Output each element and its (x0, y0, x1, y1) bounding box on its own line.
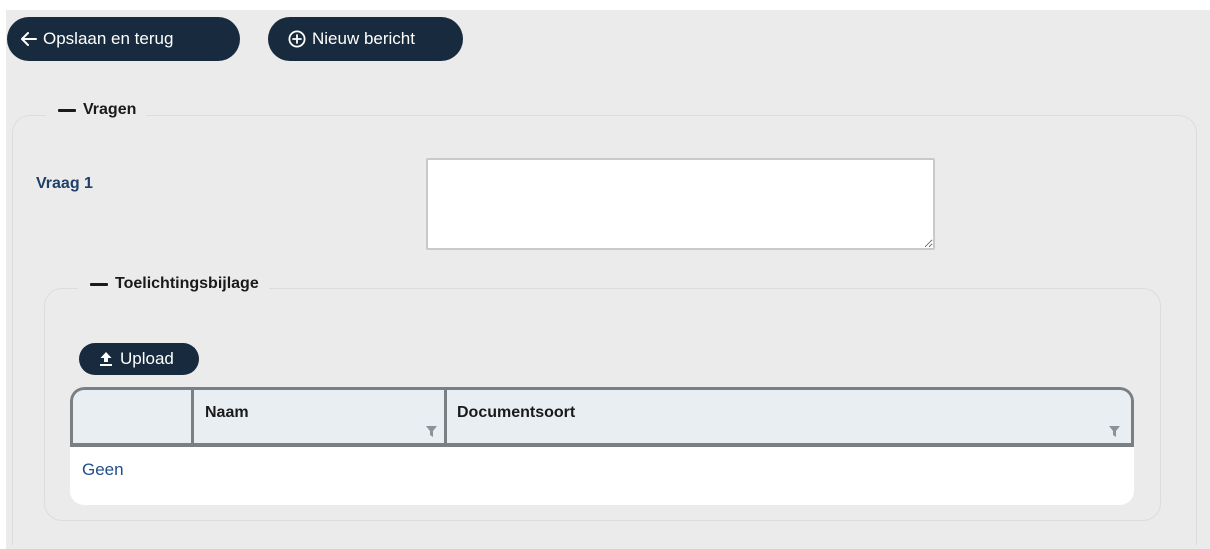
question-input[interactable] (426, 158, 935, 250)
column-header-naam[interactable]: Naam (205, 404, 249, 422)
collapse-icon (58, 108, 76, 112)
upload-icon (99, 351, 113, 367)
filter-icon[interactable] (1109, 424, 1120, 442)
column-separator (444, 390, 447, 446)
column-separator (191, 390, 194, 446)
plus-circle-icon (288, 30, 306, 48)
vragen-legend-toggle[interactable]: Vragen (46, 98, 147, 122)
filter-icon[interactable] (426, 424, 437, 442)
new-message-label: Nieuw bericht (312, 29, 415, 48)
save-and-back-button[interactable]: Opslaan en terug (7, 17, 240, 61)
vragen-legend-label: Vragen (83, 101, 137, 118)
upload-label: Upload (120, 349, 174, 368)
column-header-documentsoort[interactable]: Documentsoort (457, 404, 575, 422)
save-and-back-label: Opslaan en terug (43, 29, 174, 48)
question-label: Vraag 1 (36, 175, 93, 192)
grid-empty-text: Geen (82, 460, 124, 479)
new-message-button[interactable]: Nieuw bericht (268, 17, 463, 61)
collapse-icon (90, 282, 108, 286)
bijlage-legend-toggle[interactable]: Toelichtingsbijlage (78, 272, 269, 296)
grid-header: Naam Documentsoort (70, 387, 1134, 447)
arrow-left-icon (21, 32, 37, 46)
attachments-grid: Naam Documentsoort Geen (70, 387, 1134, 505)
bijlage-legend-label: Toelichtingsbijlage (115, 275, 259, 292)
upload-button[interactable]: Upload (79, 343, 199, 375)
